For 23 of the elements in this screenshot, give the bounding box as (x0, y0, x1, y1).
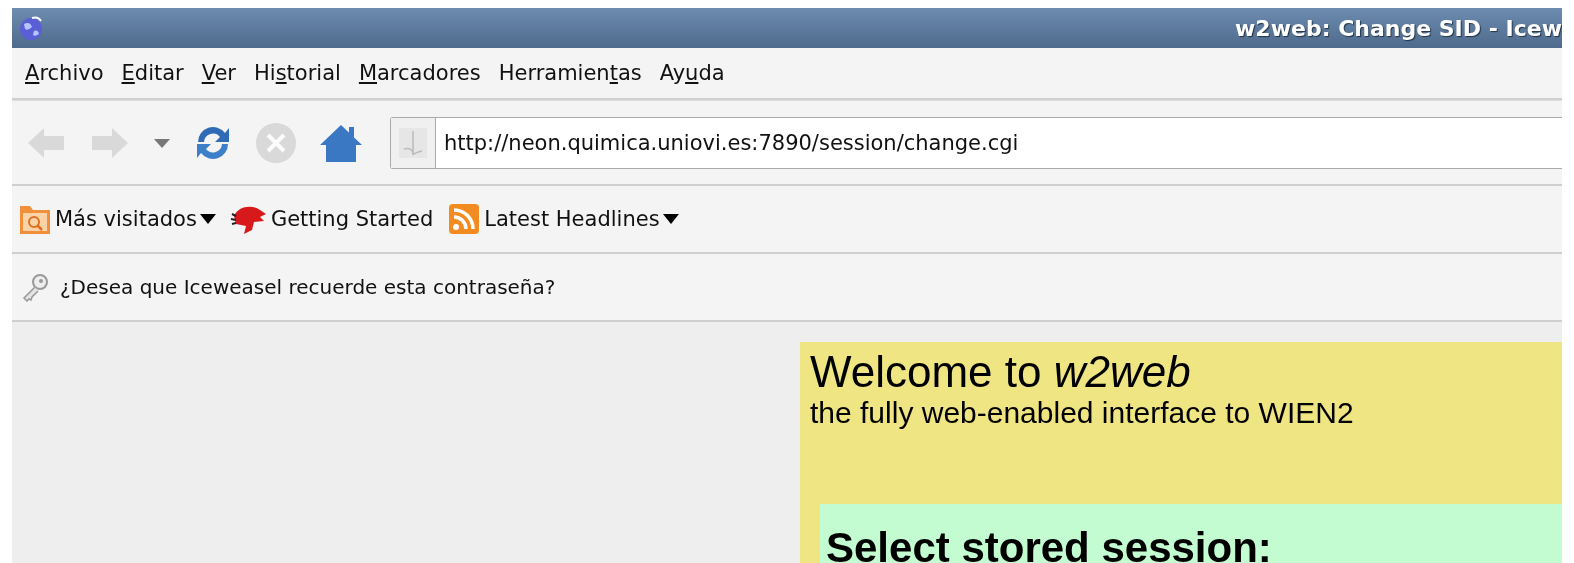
menu-item[interactable]: Herramientas (489, 57, 651, 89)
menu-item[interactable]: Ver (192, 57, 245, 89)
section-heading: Select stored session: (826, 524, 1272, 563)
bookmark-item[interactable]: Más visitados (14, 200, 220, 238)
window-title: w2web: Change SID - Icew (1235, 15, 1562, 41)
menu-item[interactable]: Ayuda (650, 57, 734, 89)
menu-item[interactable]: Marcadores (349, 57, 490, 89)
notification-text: ¿Desea que Iceweasel recuerde esta contraseña? (60, 275, 556, 299)
feed-icon (447, 202, 482, 236)
page-icon (398, 126, 428, 159)
caret-icon (152, 136, 172, 149)
welcome-heading: Welcome to w2web (810, 348, 1191, 396)
bookmark-item[interactable]: Latest Headlines (443, 200, 683, 238)
menu-item[interactable]: Archivo (16, 57, 113, 89)
stop-icon (254, 120, 298, 165)
dropdown-caret-icon (662, 214, 679, 224)
welcome-subtitle: the fully web-enabled interface to WIEN2 (810, 396, 1354, 430)
bookmark-item[interactable]: Getting Started (225, 200, 438, 238)
dropdown-caret-icon (199, 214, 216, 224)
key-icon (20, 272, 50, 302)
menu-item[interactable]: Historial (245, 57, 350, 89)
globe-icon (18, 15, 44, 41)
menu-item[interactable]: Editar (112, 57, 193, 89)
